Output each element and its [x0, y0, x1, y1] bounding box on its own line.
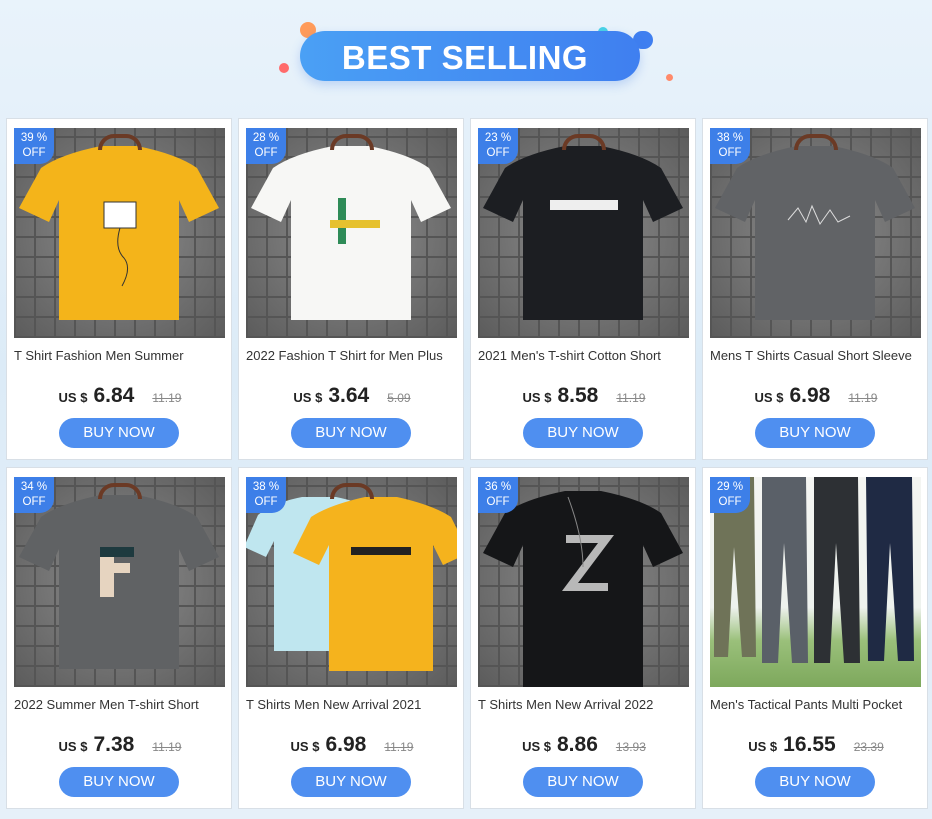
- product-card[interactable]: 28 % OFF 2022 Fashion T Shirt for Men Pl…: [238, 118, 464, 460]
- buy-now-button[interactable]: BUY NOW: [291, 767, 411, 797]
- price-row: US $ 16.55 23.39: [703, 733, 929, 759]
- product-card[interactable]: 29 % OFF Men's Tactical Pants Multi Pock…: [702, 467, 928, 809]
- product-title[interactable]: 2022 Fashion T Shirt for Men Plus: [246, 348, 458, 366]
- original-price: 11.19: [616, 391, 646, 405]
- sale-price: 6.98: [325, 733, 367, 756]
- hanger-graphic: [793, 134, 838, 150]
- buy-now-button[interactable]: BUY NOW: [755, 418, 875, 448]
- product-title[interactable]: 2022 Summer Men T-shirt Short: [14, 697, 226, 715]
- discount-badge: 38 % OFF: [710, 128, 750, 164]
- discount-percent: 23 %: [484, 132, 512, 144]
- price-row: US $ 8.58 11.19: [471, 384, 697, 410]
- product-title[interactable]: Men's Tactical Pants Multi Pocket: [710, 697, 922, 715]
- original-price: 23.39: [853, 740, 884, 754]
- original-price: 11.19: [848, 391, 878, 405]
- buy-now-button[interactable]: BUY NOW: [523, 418, 643, 448]
- product-card[interactable]: 36 % OFF T Shirts Men New Arrival 2022 U…: [470, 467, 696, 809]
- product-grid: 39 % OFF T Shirt Fashion Men Summer US $…: [6, 118, 928, 809]
- product-card[interactable]: 38 % OFF Mens T Shirts Casual Short Slee…: [702, 118, 928, 460]
- buy-now-button[interactable]: BUY NOW: [291, 418, 411, 448]
- product-card[interactable]: 23 % OFF 2021 Men's T-shirt Cotton Short…: [470, 118, 696, 460]
- price-row: US $ 8.86 13.93: [471, 733, 697, 759]
- sale-price: 7.38: [93, 733, 135, 756]
- sale-price: 8.58: [557, 384, 599, 407]
- discount-off-label: OFF: [718, 147, 742, 159]
- buy-now-button[interactable]: BUY NOW: [59, 767, 179, 797]
- product-title[interactable]: Mens T Shirts Casual Short Sleeve: [710, 348, 922, 366]
- hanger-graphic: [97, 483, 142, 499]
- banner-title: BEST SELLING: [341, 39, 589, 76]
- product-card[interactable]: 34 % OFF 2022 Summer Men T-shirt Short U…: [6, 467, 232, 809]
- discount-off-label: OFF: [486, 496, 510, 508]
- original-price: 13.93: [615, 740, 646, 754]
- sale-price: 16.55: [783, 733, 836, 756]
- product-title[interactable]: T Shirt Fashion Men Summer: [14, 348, 226, 366]
- product-card[interactable]: 39 % OFF T Shirt Fashion Men Summer US $…: [6, 118, 232, 460]
- product-title[interactable]: 2021 Men's T-shirt Cotton Short: [478, 348, 690, 366]
- discount-off-label: OFF: [718, 496, 742, 508]
- price-row: US $ 6.98 11.19: [239, 733, 465, 759]
- discount-badge: 36 % OFF: [478, 477, 518, 513]
- hanger-graphic: [561, 134, 606, 150]
- discount-percent: 38 %: [716, 132, 744, 144]
- discount-off-label: OFF: [22, 496, 46, 508]
- currency-label: US $: [748, 739, 778, 754]
- hanger-graphic: [97, 134, 142, 150]
- discount-badge: 28 % OFF: [246, 128, 286, 164]
- discount-percent: 34 %: [20, 481, 48, 493]
- original-price: 11.19: [384, 740, 414, 754]
- discount-percent: 28 %: [252, 132, 280, 144]
- currency-label: US $: [522, 390, 552, 405]
- original-price: 11.19: [152, 740, 182, 754]
- discount-off-label: OFF: [22, 147, 46, 159]
- discount-badge: 23 % OFF: [478, 128, 518, 164]
- discount-badge: 34 % OFF: [14, 477, 54, 513]
- sale-price: 8.86: [557, 733, 598, 756]
- discount-off-label: OFF: [254, 147, 278, 159]
- discount-badge: 39 % OFF: [14, 128, 54, 164]
- currency-label: US $: [754, 390, 784, 405]
- discount-percent: 39 %: [20, 132, 48, 144]
- price-row: US $ 7.38 11.19: [7, 733, 233, 759]
- best-selling-banner: BEST SELLING: [0, 0, 932, 110]
- price-row: US $ 6.98 11.19: [703, 384, 929, 410]
- discount-off-label: OFF: [254, 496, 278, 508]
- discount-off-label: OFF: [486, 147, 510, 159]
- price-row: US $ 6.84 11.19: [7, 384, 233, 410]
- product-title[interactable]: T Shirts Men New Arrival 2021: [246, 697, 458, 715]
- product-title[interactable]: T Shirts Men New Arrival 2022: [478, 697, 690, 715]
- discount-badge: 29 % OFF: [710, 477, 750, 513]
- sale-price: 6.84: [93, 384, 135, 407]
- hanger-graphic: [329, 483, 374, 499]
- buy-now-button[interactable]: BUY NOW: [59, 418, 179, 448]
- sale-price: 3.64: [328, 384, 370, 407]
- original-price: 5.09: [387, 391, 411, 405]
- currency-label: US $: [522, 739, 551, 754]
- currency-label: US $: [58, 390, 88, 405]
- currency-label: US $: [58, 739, 88, 754]
- buy-now-button[interactable]: BUY NOW: [755, 767, 875, 797]
- buy-now-button[interactable]: BUY NOW: [523, 767, 643, 797]
- product-card[interactable]: 38 % OFF T Shirts Men New Arrival 2021 U…: [238, 467, 464, 809]
- currency-label: US $: [290, 739, 320, 754]
- discount-percent: 36 %: [484, 481, 512, 493]
- sale-price: 6.98: [789, 384, 831, 407]
- original-price: 11.19: [152, 391, 182, 405]
- discount-percent: 29 %: [716, 481, 744, 493]
- discount-badge: 38 % OFF: [246, 477, 286, 513]
- discount-percent: 38 %: [252, 481, 280, 493]
- hanger-graphic: [329, 134, 374, 150]
- currency-label: US $: [293, 390, 323, 405]
- decor-dot: [279, 63, 289, 73]
- price-row: US $ 3.64 5.09: [239, 384, 465, 410]
- decor-dot: [666, 74, 673, 81]
